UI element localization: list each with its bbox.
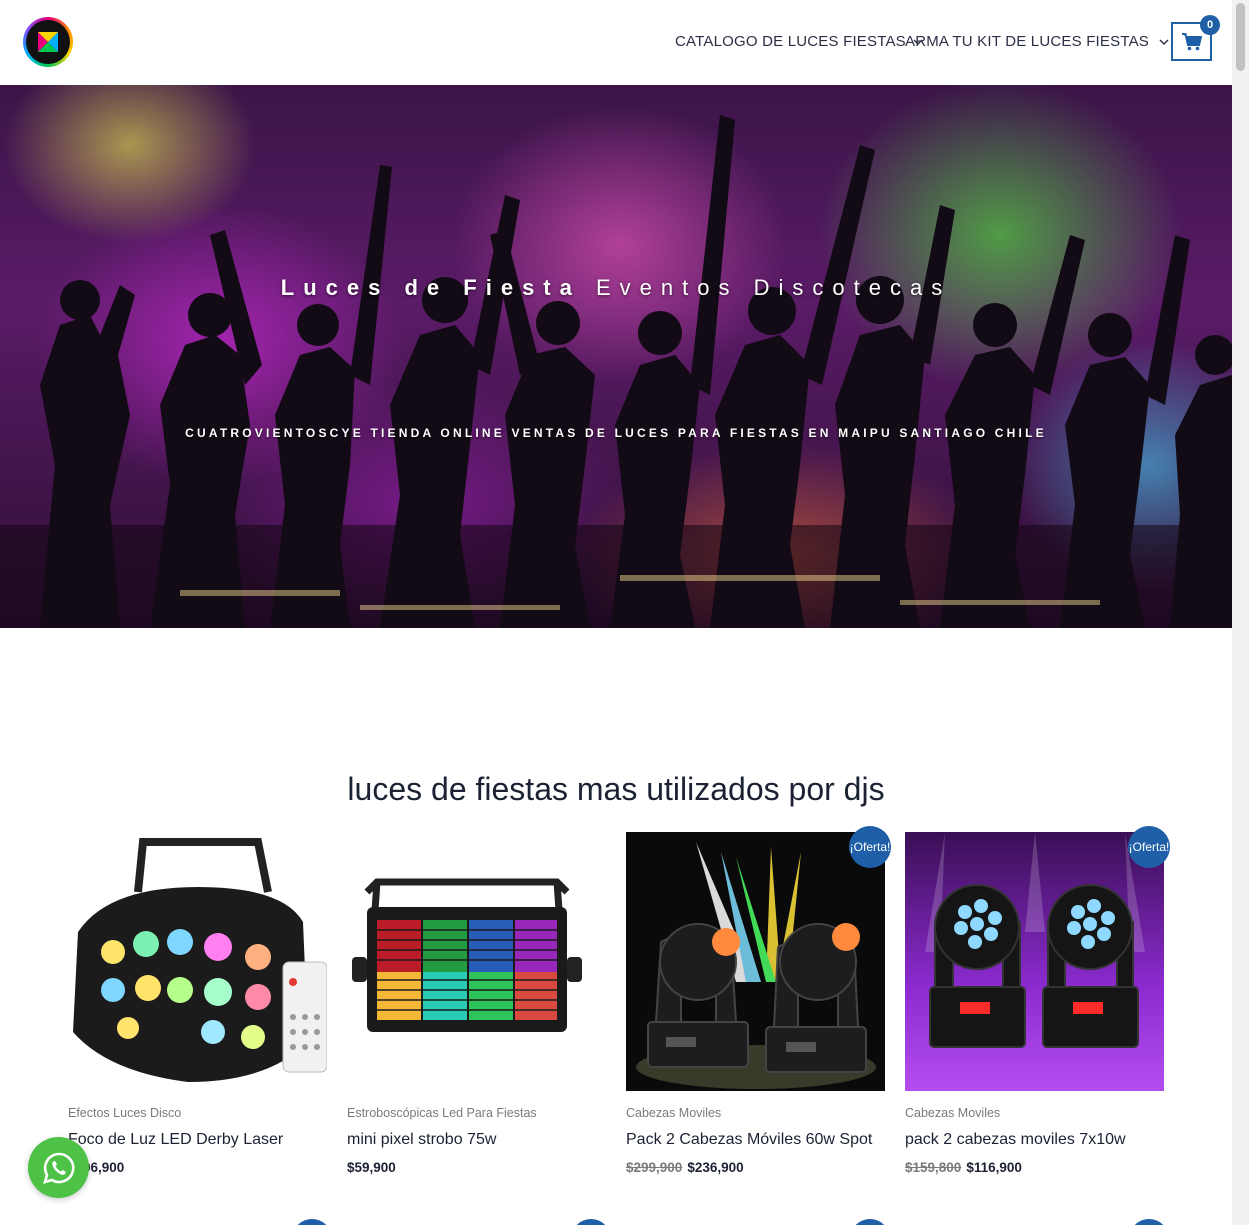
product-name[interactable]: mini pixel strobo 75w <box>347 1131 606 1149</box>
sale-badge-partial <box>1129 1219 1169 1225</box>
sale-badge-partial <box>292 1219 332 1225</box>
nav-item-arma-tu-kit[interactable]: ARMA TU KIT DE LUCES FIESTAS <box>905 33 1169 50</box>
product-card[interactable]: ¡Oferta! Cabezas Moviles Pack 2 Cabezas … <box>626 826 891 1175</box>
hero-title: Luces de Fiesta Eventos Discotecas <box>0 275 1232 301</box>
nav-item-label: ARMA TU KIT DE LUCES FIESTAS <box>905 33 1149 50</box>
product-image[interactable] <box>905 832 1164 1091</box>
scrollbar-thumb[interactable] <box>1236 3 1245 71</box>
product-category[interactable]: Cabezas Moviles <box>626 1106 885 1120</box>
product-image[interactable] <box>347 832 606 1091</box>
product-price: $106,900 <box>68 1160 327 1175</box>
product-price: $59,900 <box>347 1160 606 1175</box>
product-price: $159,800 $116,900 <box>905 1160 1164 1175</box>
hero-title-bold: Luces de Fiesta <box>280 275 581 300</box>
product-category[interactable]: Cabezas Moviles <box>905 1106 1164 1120</box>
product-category[interactable]: Estroboscópicas Led Para Fiestas <box>347 1106 606 1120</box>
product-card[interactable]: Efectos Luces Disco Foco de Luz LED Derb… <box>68 832 327 1175</box>
site-header: CATALOGO DE LUCES FIESTAS ARMA TU KIT DE… <box>0 0 1232 85</box>
sale-badge: ¡Oferta! <box>1128 826 1170 868</box>
hero-crowd-image <box>0 115 1232 628</box>
nav-item-label: CATALOGO DE LUCES FIESTAS <box>675 33 906 50</box>
chevron-down-icon <box>1159 39 1169 45</box>
cart-button[interactable]: 0 <box>1171 15 1220 61</box>
sale-badge: ¡Oferta! <box>849 826 891 868</box>
hero-banner: Luces de Fiesta Eventos Discotecas CUATR… <box>0 85 1232 628</box>
price-current: $116,900 <box>966 1160 1022 1175</box>
section-title: luces de fiestas mas utilizados por djs <box>347 771 885 807</box>
price-old: $159,800 <box>905 1160 962 1175</box>
hero-subtitle: CUATROVIENTOSCYE TIENDA ONLINE VENTAS DE… <box>185 426 1047 440</box>
price-current: $236,900 <box>687 1160 744 1175</box>
page-scrollbar[interactable] <box>1232 0 1249 1225</box>
sale-badge-partial <box>850 1219 890 1225</box>
product-image[interactable] <box>68 832 327 1091</box>
logo-mark <box>26 20 70 64</box>
shopping-cart-icon <box>1181 32 1202 50</box>
hero-title-light: Eventos Discotecas <box>596 275 952 300</box>
price-old: $299,900 <box>626 1160 683 1175</box>
product-category[interactable]: Efectos Luces Disco <box>68 1106 327 1120</box>
nav-item-catalogo[interactable]: CATALOGO DE LUCES FIESTAS <box>675 33 923 50</box>
product-name[interactable]: pack 2 cabezas moviles 7x10w <box>905 1131 1164 1149</box>
product-price: $299,900 $236,900 <box>626 1160 885 1175</box>
product-name[interactable]: Pack 2 Cabezas Móviles 60w Spot <box>626 1131 885 1149</box>
product-card[interactable]: ¡Oferta! Cabezas Moviles pack 2 cabezas … <box>905 826 1170 1175</box>
product-name[interactable]: Foco de Luz LED Derby Laser <box>68 1131 327 1149</box>
cart-count-badge: 0 <box>1200 15 1220 35</box>
product-image[interactable] <box>626 832 885 1091</box>
whatsapp-icon <box>42 1152 74 1184</box>
whatsapp-button[interactable] <box>28 1137 89 1198</box>
site-logo[interactable] <box>23 17 73 67</box>
price-current: $59,900 <box>347 1160 396 1175</box>
sale-badge-partial <box>571 1219 611 1225</box>
product-card[interactable]: Estroboscópicas Led Para Fiestas mini pi… <box>347 832 606 1175</box>
logo-icon <box>38 32 58 52</box>
